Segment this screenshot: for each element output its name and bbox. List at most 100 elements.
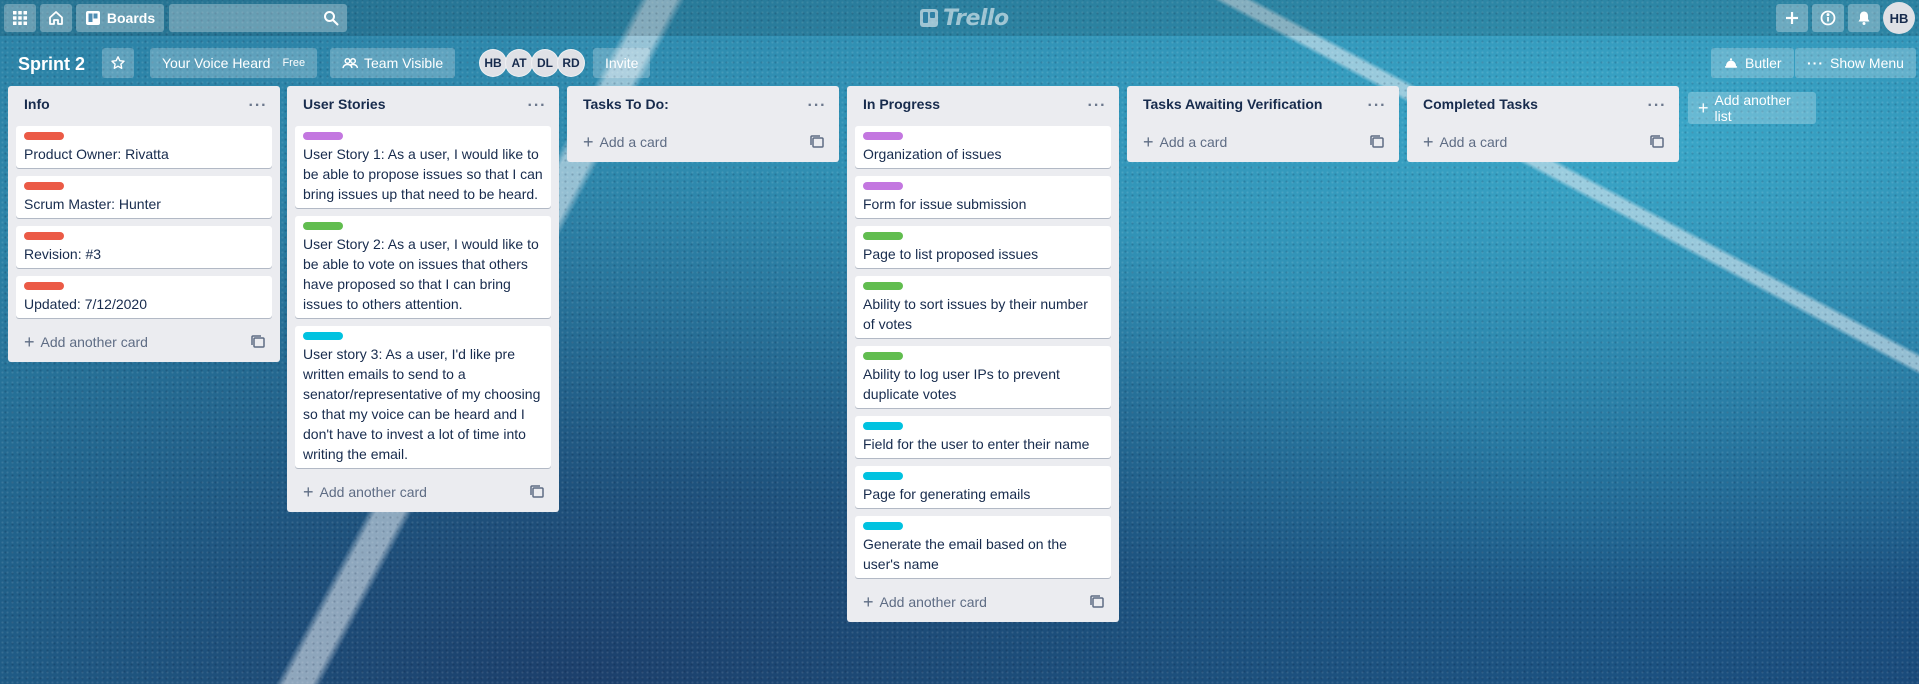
visibility-label: Team Visible xyxy=(364,55,444,71)
card[interactable]: Ability to log user IPs to prevent dupli… xyxy=(855,346,1111,408)
star-icon xyxy=(111,56,125,69)
user-avatar[interactable]: HB xyxy=(1883,2,1915,34)
add-list-button[interactable]: + Add another list xyxy=(1688,92,1816,124)
card[interactable]: Page to list proposed issues xyxy=(855,226,1111,268)
card[interactable]: Product Owner: Rivatta xyxy=(16,126,272,168)
card-template-icon[interactable] xyxy=(529,484,545,500)
add-list-label: Add another list xyxy=(1714,92,1791,124)
list-tasks-awaiting-verification[interactable]: Tasks Awaiting Verification ··· + Add a c… xyxy=(1127,86,1399,162)
trello-logo-icon xyxy=(920,9,938,27)
more-icon: ··· xyxy=(1807,55,1824,71)
card-label-purple xyxy=(303,132,343,140)
show-menu-button[interactable]: ··· Show Menu xyxy=(1795,48,1916,78)
trello-logo[interactable]: Trello xyxy=(920,6,1009,31)
card-label-sky xyxy=(863,522,903,530)
create-button[interactable] xyxy=(1776,4,1808,32)
card-label-sky xyxy=(303,332,343,340)
plus-icon: + xyxy=(583,132,594,152)
card[interactable]: User story 3: As a user, I'd like pre wr… xyxy=(295,326,551,468)
list-title[interactable]: User Stories ··· xyxy=(287,86,559,126)
list-title[interactable]: Info ··· xyxy=(8,86,280,126)
butler-icon xyxy=(1725,58,1737,68)
plus-icon xyxy=(1786,12,1798,24)
card[interactable]: Field for the user to enter their name xyxy=(855,416,1111,458)
home-icon xyxy=(49,11,63,25)
card-label-red xyxy=(24,282,64,290)
member-avatar[interactable]: AT xyxy=(505,49,533,77)
search-field[interactable] xyxy=(169,4,347,32)
plus-icon: + xyxy=(1423,132,1434,152)
list-title[interactable]: In Progress ··· xyxy=(847,86,1119,126)
card-template-icon[interactable] xyxy=(250,334,266,350)
list-in-progress[interactable]: In Progress ··· Organization of issues F… xyxy=(847,86,1119,622)
list-footer: + Add another card xyxy=(295,476,551,508)
board-title[interactable]: Sprint 2 xyxy=(10,48,93,80)
card[interactable]: Updated: 7/12/2020 xyxy=(16,276,272,318)
list-menu-icon[interactable]: ··· xyxy=(1363,92,1391,120)
member-avatar[interactable]: DL xyxy=(531,49,559,77)
board-icon xyxy=(85,11,100,25)
card-template-icon[interactable] xyxy=(809,134,825,150)
list-title[interactable]: Tasks To Do: ··· xyxy=(567,86,839,126)
card[interactable]: Organization of issues xyxy=(855,126,1111,168)
star-button[interactable] xyxy=(102,48,134,78)
butler-label: Butler xyxy=(1745,55,1782,71)
add-card-button[interactable]: + Add a card xyxy=(1143,133,1227,151)
list-menu-icon[interactable]: ··· xyxy=(1643,92,1671,120)
add-card-button[interactable]: + Add a card xyxy=(1423,133,1507,151)
search-input[interactable] xyxy=(169,4,347,32)
add-card-button[interactable]: + Add another card xyxy=(863,593,987,611)
card[interactable]: Scrum Master: Hunter xyxy=(16,176,272,218)
butler-button[interactable]: Butler xyxy=(1711,48,1794,78)
card-template-icon[interactable] xyxy=(1649,134,1665,150)
team-name: Your Voice Heard xyxy=(162,55,271,71)
card[interactable]: Ability to sort issues by their number o… xyxy=(855,276,1111,338)
member-avatar[interactable]: RD xyxy=(557,49,585,77)
top-header: Boards Trello HB xyxy=(0,0,1919,36)
list-footer: + Add another card xyxy=(16,326,272,358)
info-button[interactable] xyxy=(1812,4,1844,32)
show-menu-label: Show Menu xyxy=(1830,55,1904,71)
card[interactable]: Generate the email based on the user's n… xyxy=(855,516,1111,578)
card[interactable]: User Story 1: As a user, I would like to… xyxy=(295,126,551,208)
card[interactable]: Page for generating emails xyxy=(855,466,1111,508)
card-template-icon[interactable] xyxy=(1089,594,1105,610)
list-user-stories[interactable]: User Stories ··· User Story 1: As a user… xyxy=(287,86,559,512)
card-label-sky xyxy=(863,422,903,430)
team-button[interactable]: Your Voice Heard Free xyxy=(150,48,318,78)
apps-button[interactable] xyxy=(4,4,36,32)
card-template-icon[interactable] xyxy=(1369,134,1385,150)
list-info[interactable]: Info ··· Product Owner: Rivatta Scrum Ma… xyxy=(8,86,280,362)
add-card-button[interactable]: + Add a card xyxy=(583,133,667,151)
search-icon xyxy=(324,11,339,26)
list-footer: + Add another card xyxy=(855,586,1111,618)
member-avatar[interactable]: HB xyxy=(479,49,507,77)
invite-button[interactable]: Invite xyxy=(593,48,651,78)
card-label-green xyxy=(863,282,903,290)
add-card-button[interactable]: + Add another card xyxy=(24,333,148,351)
list-title[interactable]: Completed Tasks ··· xyxy=(1407,86,1679,126)
card-label-green xyxy=(863,352,903,360)
boards-button[interactable]: Boards xyxy=(76,4,164,32)
card[interactable]: Revision: #3 xyxy=(16,226,272,268)
plus-icon: + xyxy=(1698,98,1709,118)
list-tasks-to-do[interactable]: Tasks To Do: ··· + Add a card xyxy=(567,86,839,162)
card[interactable]: Form for issue submission xyxy=(855,176,1111,218)
list-menu-icon[interactable]: ··· xyxy=(1083,92,1111,120)
list-menu-icon[interactable]: ··· xyxy=(523,92,551,120)
home-button[interactable] xyxy=(40,4,72,32)
list-menu-icon[interactable]: ··· xyxy=(244,92,272,120)
add-card-button[interactable]: + Add another card xyxy=(303,483,427,501)
plus-icon: + xyxy=(863,592,874,612)
list-completed-tasks[interactable]: Completed Tasks ··· + Add a card xyxy=(1407,86,1679,162)
card[interactable]: User Story 2: As a user, I would like to… xyxy=(295,216,551,318)
visibility-button[interactable]: Team Visible xyxy=(330,48,456,78)
plus-icon: + xyxy=(24,332,35,352)
plus-icon: + xyxy=(303,482,314,502)
list-footer: + Add a card xyxy=(1135,126,1391,158)
bell-icon xyxy=(1858,11,1870,25)
list-menu-icon[interactable]: ··· xyxy=(803,92,831,120)
list-title[interactable]: Tasks Awaiting Verification ··· xyxy=(1127,86,1399,126)
notifications-button[interactable] xyxy=(1848,4,1880,32)
card-label-red xyxy=(24,182,64,190)
